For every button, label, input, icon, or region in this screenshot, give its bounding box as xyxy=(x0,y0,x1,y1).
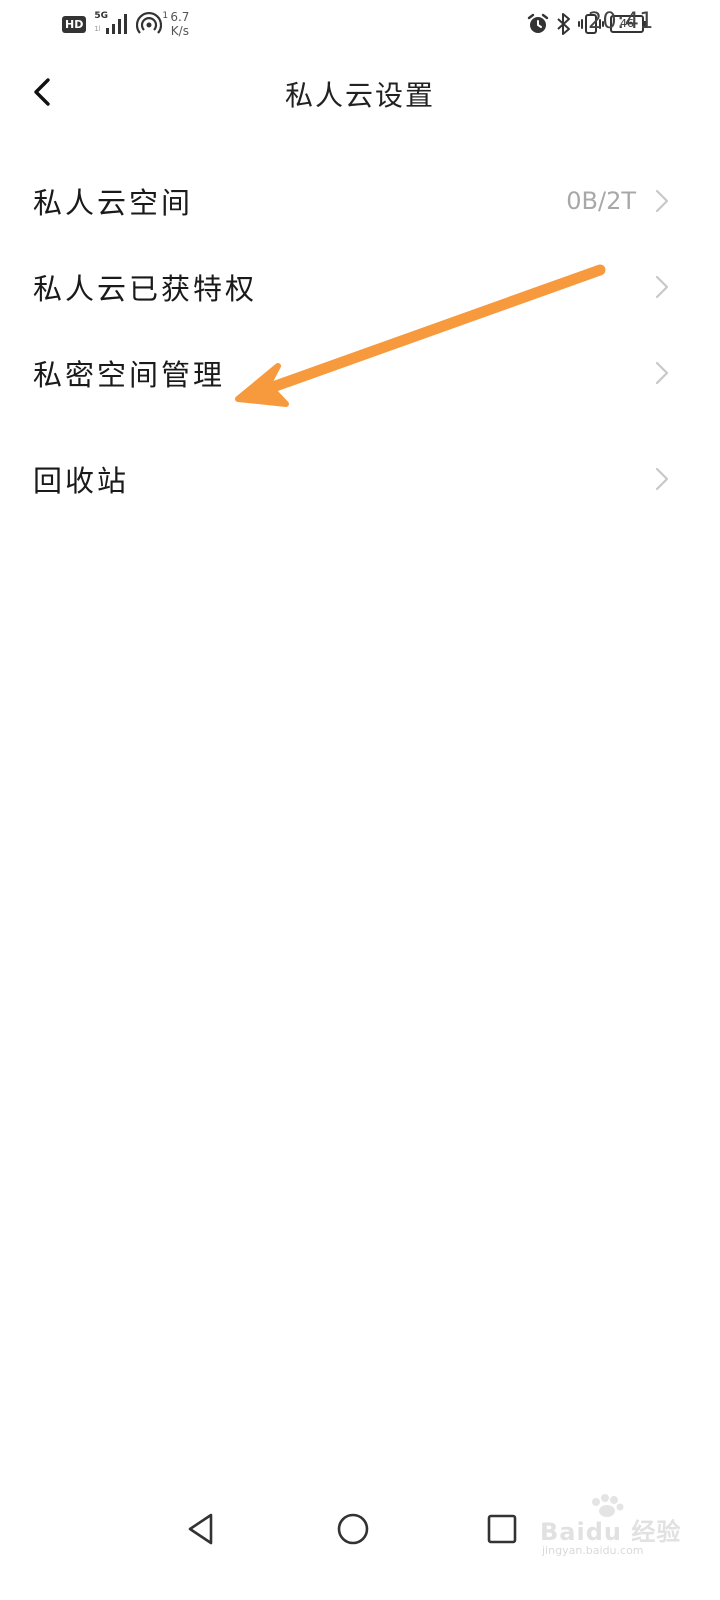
nav-recent-icon xyxy=(487,1514,517,1544)
signal-icon: 5G 1l xyxy=(94,11,132,37)
settings-item-private-space-management[interactable]: 私密空间管理 xyxy=(0,330,720,416)
speed-value: 6.7 xyxy=(170,10,190,24)
chevron-right-icon xyxy=(655,361,669,385)
storage-usage-value: 0B/2T xyxy=(566,187,636,215)
hotspot-count: 1 xyxy=(162,11,169,21)
signal-bars-icon xyxy=(106,14,128,34)
chevron-right-icon xyxy=(655,189,669,213)
watermark: Baidu 经验 jingyan.baidu.com xyxy=(540,1494,680,1564)
page-title: 私人云设置 xyxy=(284,79,435,112)
alarm-icon xyxy=(527,13,549,33)
settings-item-privileges[interactable]: 私人云已获特权 xyxy=(0,244,720,330)
hotspot-icon: 1 xyxy=(136,11,169,37)
hd-icon: HD xyxy=(62,15,87,33)
nav-back-icon xyxy=(188,1513,213,1545)
chevron-right-icon xyxy=(655,467,669,491)
settings-item-label: 私密空间管理 xyxy=(33,358,226,392)
network-sub-label: 1l xyxy=(94,25,101,33)
status-time: 20:41 xyxy=(588,9,654,34)
network-speed: 6.7 K/s xyxy=(170,10,189,38)
settings-item-label: 私人云已获特权 xyxy=(33,272,258,306)
settings-item-private-cloud-space[interactable]: 私人云空间 0B/2T xyxy=(0,158,720,244)
nav-home-icon xyxy=(337,1513,369,1545)
status-bar: HD 5G 1l 1 6.7 K/s 46 20:41 xyxy=(0,0,720,48)
settings-item-label: 回收站 xyxy=(33,464,130,498)
nav-back-button[interactable] xyxy=(176,1504,226,1554)
nav-home-button[interactable] xyxy=(328,1504,378,1554)
watermark-text: Baidu 经验 xyxy=(540,1518,682,1546)
watermark-url: jingyan.baidu.com xyxy=(542,1544,644,1557)
settings-item-recycle-bin[interactable]: 回收站 xyxy=(0,436,720,522)
status-bar-left: HD 5G 1l 1 6.7 K/s xyxy=(62,8,189,40)
bluetooth-icon xyxy=(557,13,570,35)
speed-unit: K/s xyxy=(170,24,189,38)
settings-item-label: 私人云空间 xyxy=(33,186,194,220)
header: 私人云设置 xyxy=(0,60,720,124)
nav-recent-button[interactable] xyxy=(477,1504,527,1554)
chevron-right-icon xyxy=(655,275,669,299)
